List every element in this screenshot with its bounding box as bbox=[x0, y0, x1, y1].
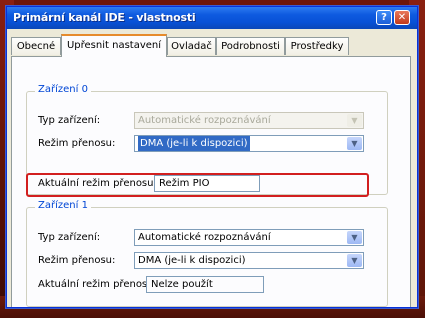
device-1-current-label: Aktuální režim přenosu: bbox=[38, 279, 157, 290]
device-0-legend: Zařízení 0 bbox=[35, 84, 91, 95]
device-1-type-select[interactable]: Automatické rozpoznávání ▼ bbox=[134, 229, 364, 246]
device-1-mode-value: DMA (je-li k dispozici) bbox=[138, 255, 246, 266]
device-0-type-label: Typ zařízení: bbox=[38, 115, 101, 126]
close-icon[interactable]: ✕ bbox=[394, 10, 410, 25]
tab-details[interactable]: Podrobnosti bbox=[216, 37, 285, 55]
tab-driver[interactable]: Ovladač bbox=[167, 37, 216, 55]
title-bar[interactable]: Primární kanál IDE - vlastnosti ? ✕ bbox=[7, 7, 417, 29]
device-0-current-field: Režim PIO bbox=[154, 175, 260, 192]
tab-advanced[interactable]: Upřesnit nastavení bbox=[61, 34, 167, 57]
window-title: Primární kanál IDE - vlastnosti bbox=[13, 11, 196, 24]
tab-strip: Obecné Upřesnit nastavení Ovladač Podrob… bbox=[11, 34, 411, 57]
device-1-mode-select[interactable]: DMA (je-li k dispozici) ▼ bbox=[134, 252, 364, 269]
device-0-type-value: Automatické rozpoznávání bbox=[138, 115, 271, 126]
properties-window: Primární kanál IDE - vlastnosti ? ✕ Obec… bbox=[6, 6, 418, 308]
chevron-down-icon[interactable]: ▼ bbox=[347, 231, 362, 244]
device-0-type-select: Automatické rozpoznávání ▼ bbox=[134, 112, 364, 129]
tab-general[interactable]: Obecné bbox=[11, 37, 61, 55]
device-1-legend: Zařízení 1 bbox=[35, 200, 91, 211]
tab-resources[interactable]: Prostředky bbox=[285, 37, 349, 55]
device-1-mode-label: Režim přenosu: bbox=[38, 255, 116, 266]
device-1-current-field: Nelze použít bbox=[146, 276, 264, 293]
device-0-current-label: Aktuální režim přenosu: bbox=[38, 178, 157, 189]
device-0-mode-label: Režim přenosu: bbox=[38, 138, 116, 149]
chevron-down-icon: ▼ bbox=[347, 114, 362, 127]
device-0-mode-value: DMA (je-li k dispozici) bbox=[138, 136, 250, 151]
device-1-type-label: Typ zařízení: bbox=[38, 232, 101, 243]
tab-panel: Zařízení 0 Typ zařízení: Automatické roz… bbox=[11, 56, 411, 307]
device-1-type-value: Automatické rozpoznávání bbox=[138, 232, 271, 243]
chevron-down-icon[interactable]: ▼ bbox=[347, 137, 362, 150]
help-icon[interactable]: ? bbox=[376, 10, 392, 25]
device-0-mode-select[interactable]: DMA (je-li k dispozici) ▼ bbox=[134, 135, 364, 152]
chevron-down-icon[interactable]: ▼ bbox=[347, 254, 362, 267]
